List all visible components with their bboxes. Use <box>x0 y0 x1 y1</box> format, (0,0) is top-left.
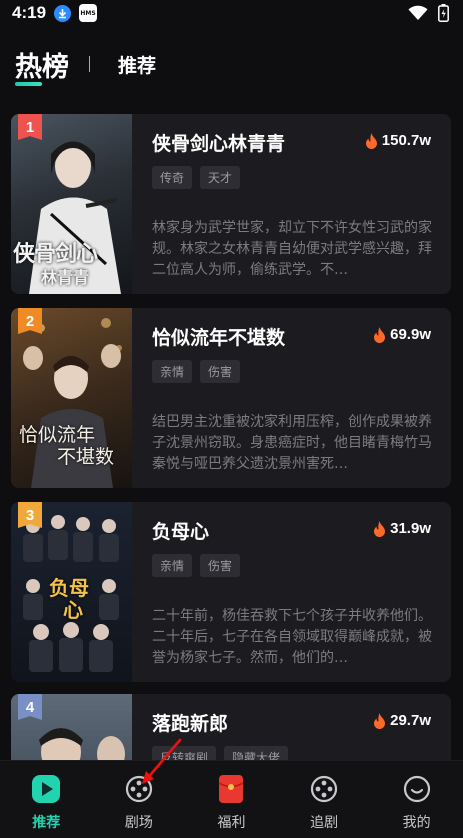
drama-description: 林家身为武学世家，却立下不许女性习武的家规。林家之女林青青自幼便对武学感兴趣，拜… <box>152 220 432 278</box>
nav-following[interactable]: 追剧 <box>284 774 364 832</box>
nav-label: 追剧 <box>310 815 339 831</box>
poster-image: 恰似流年 不堪数 2 <box>11 308 132 488</box>
status-time: 4:19 <box>12 3 47 22</box>
tag: 伤害 <box>200 554 241 577</box>
active-tab-indicator <box>15 82 42 86</box>
nav-theater[interactable]: 剧场 <box>99 774 179 832</box>
heat-value: 69.9w <box>390 326 431 343</box>
wifi-icon <box>408 5 428 20</box>
hms-icon: HMS <box>79 4 98 22</box>
tab-divider <box>89 56 90 72</box>
nav-recommend[interactable]: 推荐 <box>6 774 86 832</box>
heat-count: 31.9w <box>373 520 431 537</box>
drama-description: 二十年前，杨佳吞救下七个孩子并收养他们。二十年后，七子在各自领域取得巅峰成就，被… <box>152 608 432 666</box>
nav-label: 福利 <box>217 815 246 831</box>
heat-count: 150.7w <box>365 132 431 149</box>
nav-mine[interactable]: 我的 <box>377 774 457 832</box>
film-reel-icon <box>124 774 154 804</box>
heat-value: 29.7w <box>390 712 431 729</box>
flame-icon <box>365 132 377 149</box>
list-item[interactable]: 恰似流年 不堪数 2 恰似流年不堪数 69.9w 亲情 伤害 结巴男主沈重被沈家… <box>11 308 451 488</box>
flame-icon <box>374 712 386 729</box>
list-item[interactable]: 侠骨剑心 林青青 1 侠骨剑心林青青 150.7w 传奇 天才 林家身为武学世家… <box>11 114 451 294</box>
red-envelope-icon <box>216 774 246 804</box>
heat-count: 29.7w <box>373 712 431 729</box>
nav-welfare[interactable]: 福利 <box>191 774 271 832</box>
film-reel-icon <box>309 774 339 804</box>
flame-icon <box>374 326 386 343</box>
download-icon <box>54 4 72 22</box>
drama-title: 落跑新郎 <box>152 713 229 735</box>
poster-subtitle: 林青青 <box>41 268 90 287</box>
poster-subtitle: 心 <box>63 598 83 622</box>
drama-title: 侠骨剑心林青青 <box>152 133 286 155</box>
poster-subtitle: 不堪数 <box>57 446 115 468</box>
tag: 亲情 <box>152 554 193 577</box>
nav-label: 剧场 <box>124 815 153 831</box>
poster-image: 负母 心 3 <box>11 502 132 682</box>
heat-value: 31.9w <box>390 520 431 537</box>
drama-title: 负母心 <box>152 521 210 543</box>
smile-icon <box>402 774 432 804</box>
flame-icon <box>374 520 386 537</box>
rank-badge: 4 <box>18 694 42 720</box>
play-icon <box>31 774 61 804</box>
drama-description: 结巴男主沈重被沈家利用压榨，创作成果被养子沈景州窃取。身患癌症时，他目睹青梅竹马… <box>152 414 432 472</box>
tag: 亲情 <box>152 360 193 383</box>
list-item[interactable]: 负母 心 3 负母心 31.9w 亲情 伤害 二十年前，杨佳吞救下七个孩子并收养… <box>11 502 451 682</box>
tag-list: 传奇 天才 <box>152 166 241 189</box>
tab-hot-list[interactable]: 热榜 <box>15 45 69 84</box>
nav-label: 推荐 <box>32 815 61 831</box>
tag: 传奇 <box>152 166 193 189</box>
status-bar: 4:19 HMS <box>0 0 463 26</box>
bottom-nav: 推荐 剧场 福利 追剧 我的 <box>0 760 463 838</box>
tag-list: 亲情 伤害 <box>152 554 241 577</box>
tag: 天才 <box>200 166 241 189</box>
nav-label: 我的 <box>402 815 431 831</box>
tab-recommend[interactable]: 推荐 <box>118 51 156 78</box>
battery-icon <box>438 4 449 22</box>
heat-count: 69.9w <box>373 326 431 343</box>
tag: 伤害 <box>200 360 241 383</box>
poster-image: 侠骨剑心 林青青 1 <box>11 114 132 294</box>
drama-title: 恰似流年不堪数 <box>152 327 286 349</box>
heat-value: 150.7w <box>381 132 431 149</box>
tag-list: 亲情 伤害 <box>152 360 241 383</box>
rank-badge: 3 <box>18 502 42 528</box>
header-tabs: 热榜 推荐 <box>15 40 156 88</box>
